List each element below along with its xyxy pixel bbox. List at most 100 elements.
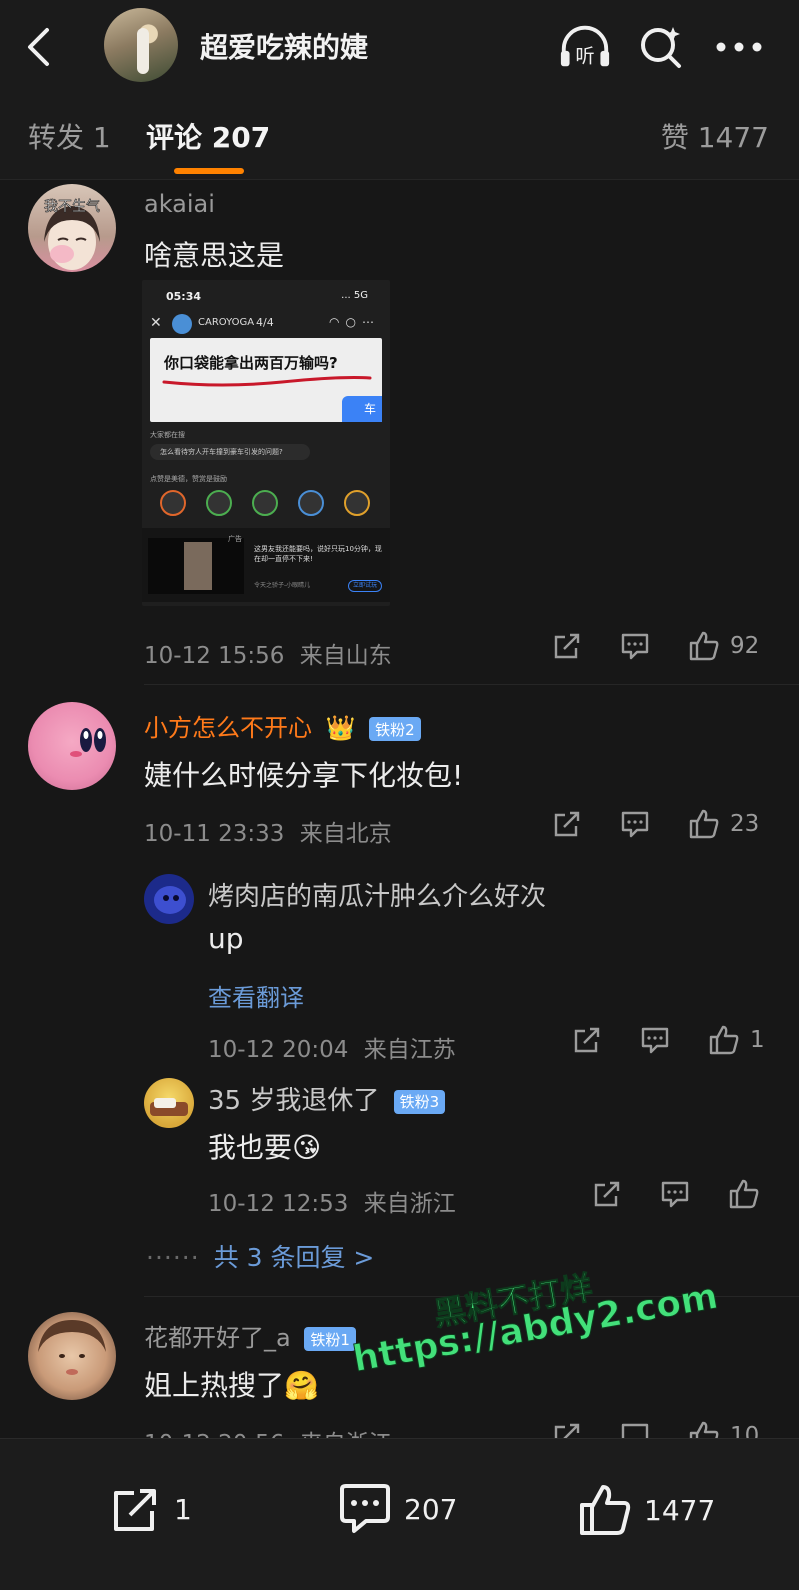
like-icon [580,1485,631,1535]
svg-text:听: 听 [575,44,594,67]
like-button[interactable] [728,1178,770,1210]
tab-comment[interactable]: 评论 207 [146,116,270,156]
avatar[interactable] [144,874,194,924]
comment-username[interactable]: 花都开好了_a 铁粉1 [144,1318,356,1353]
kiss-emoji-icon: 😘 [292,1131,322,1164]
comment-username[interactable]: 小方怎么不开心 👑 铁粉2 [144,708,421,743]
reply-button[interactable] [640,1025,670,1055]
reply-actions: 1 [572,1024,765,1056]
share-icon [554,811,580,837]
share-button[interactable] [592,1179,622,1209]
like-count: 1477 [644,1493,716,1527]
like-count: 92 [730,633,760,659]
reply-button[interactable] [620,809,650,839]
avatar[interactable] [144,1078,194,1128]
avatar-illustration [154,886,186,914]
comment-icon [661,1181,689,1208]
reply-button[interactable] [620,631,650,661]
image-ad: 广告 这男友我还能要吗，说好只玩10分钟，现在却一直停不下来! 令天之骄子-小眼… [142,528,390,602]
comment-text-body: 姐上热搜了 [144,1369,285,1402]
like-icon [709,1025,739,1055]
more-button[interactable] [712,22,766,72]
comment-actions: 92 [552,630,759,662]
comment-time: 10-11 23:33 [144,821,285,847]
share-button[interactable] [572,1025,602,1055]
image-ad-text: 这男友我还能要吗，说好只玩10分钟，现在却一直停不下来! [254,545,382,563]
active-tab-indicator [174,168,244,174]
bottom-repost-button[interactable]: 1 [110,1483,192,1535]
comment-username[interactable]: akaiai [144,190,215,218]
image-praise-label: 点赞是美德，赞赏是鼓励 [150,475,227,483]
avatar[interactable]: 我不生气 [28,184,116,272]
reply-meta: 10-12 20:04 来自江苏 [208,1030,456,1064]
repost-count: 1 [174,1492,192,1526]
reply-username[interactable]: 烤肉店的南瓜汁肿么介么好次 [208,876,546,913]
like-button[interactable]: 23 [688,808,759,840]
fan-badge[interactable]: 铁粉1 [304,1327,356,1351]
image-header: ✕ CAROYOGA 4/4 ◠○⋯ [142,312,390,336]
translate-link[interactable]: 查看翻译 [208,978,304,1013]
image-header-icons: ◠○⋯ [329,315,380,329]
bottom-like-button[interactable]: 1477 [578,1483,715,1537]
comment-meta: 10-11 23:33 来自北京 [144,814,392,848]
image-status-icons: ... 5G [341,290,368,301]
ellipsis-icon: ······ [146,1243,200,1272]
image-ad-thumbnail [148,538,244,594]
author-name[interactable]: 超爱吃辣的婕 [200,26,368,66]
like-icon [689,809,719,839]
reply-actions [592,1178,770,1210]
author-avatar[interactable] [104,8,178,82]
hug-emoji-icon: 🤗 [284,1369,319,1402]
avatar[interactable] [28,1312,116,1400]
comment-actions: 23 [552,808,759,840]
image-section-label: 大家都在搜 [150,431,185,439]
tab-repost[interactable]: 转发 1 [28,116,111,156]
reply-username[interactable]: 35 岁我退休了 铁粉3 [208,1080,446,1117]
comment-image[interactable]: 05:34 ... 5G ✕ CAROYOGA 4/4 ◠○⋯ 你口袋能拿出两百… [142,280,390,606]
reply-time: 10-12 12:53 [208,1191,349,1217]
image-ad-button: 立即试玩 [348,580,382,592]
search-button[interactable] [634,22,688,72]
image-page-indicator: 4/4 [256,316,274,329]
share-icon [114,1489,156,1531]
image-account-name: CAROYOGA [198,317,255,328]
tab-likes[interactable]: 赞 1477 [661,116,769,156]
tab-bar: 转发 1 评论 207 赞 1477 [0,92,799,180]
reply-meta: 10-12 12:53 来自浙江 [208,1184,456,1218]
reply-text: 我也要😘 [208,1126,321,1166]
reply-time: 10-12 20:04 [208,1037,349,1063]
like-button[interactable]: 1 [708,1024,765,1056]
avatar-illustration [150,1098,188,1116]
comment-icon [621,633,649,660]
comment-text: 姐上热搜了🤗 [144,1364,319,1404]
red-underline [162,376,372,387]
like-count: 1 [750,1027,765,1053]
share-icon [574,1027,600,1053]
reply-button[interactable] [660,1179,690,1209]
more-replies-link[interactable]: ······ 共 3 条回复 > [146,1238,374,1274]
back-arrow-icon [28,28,49,66]
avatar-illustration: 我不生气 [44,199,100,270]
search-icon [641,27,681,68]
share-button[interactable] [552,631,582,661]
share-button[interactable] [552,809,582,839]
top-bar: 超爱吃辣的婕 听 [0,0,799,92]
svg-text:我不生气: 我不生气 [44,199,100,215]
like-button[interactable]: 92 [688,630,759,662]
reply-location: 来自江苏 [363,1037,456,1063]
comment-text: 婕什么时候分享下化妆包! [144,759,464,792]
username-text: 小方怎么不开心 [144,714,312,742]
fan-badge[interactable]: 铁粉2 [369,717,421,741]
image-ad-source: 令天之骄子-小眼睛儿 [254,582,311,589]
image-share-row [160,490,370,518]
fan-badge[interactable]: 铁粉3 [393,1089,446,1114]
listen-button[interactable]: 听 [558,22,612,72]
comment-location: 来自北京 [299,821,392,847]
image-ad-label: 广告 [228,535,242,543]
back-button[interactable] [18,22,58,72]
share-icon [554,633,580,659]
comment-count: 207 [404,1492,458,1526]
avatar[interactable] [28,702,116,790]
bottom-comment-button[interactable]: 207 [338,1483,457,1535]
like-icon [729,1179,759,1209]
